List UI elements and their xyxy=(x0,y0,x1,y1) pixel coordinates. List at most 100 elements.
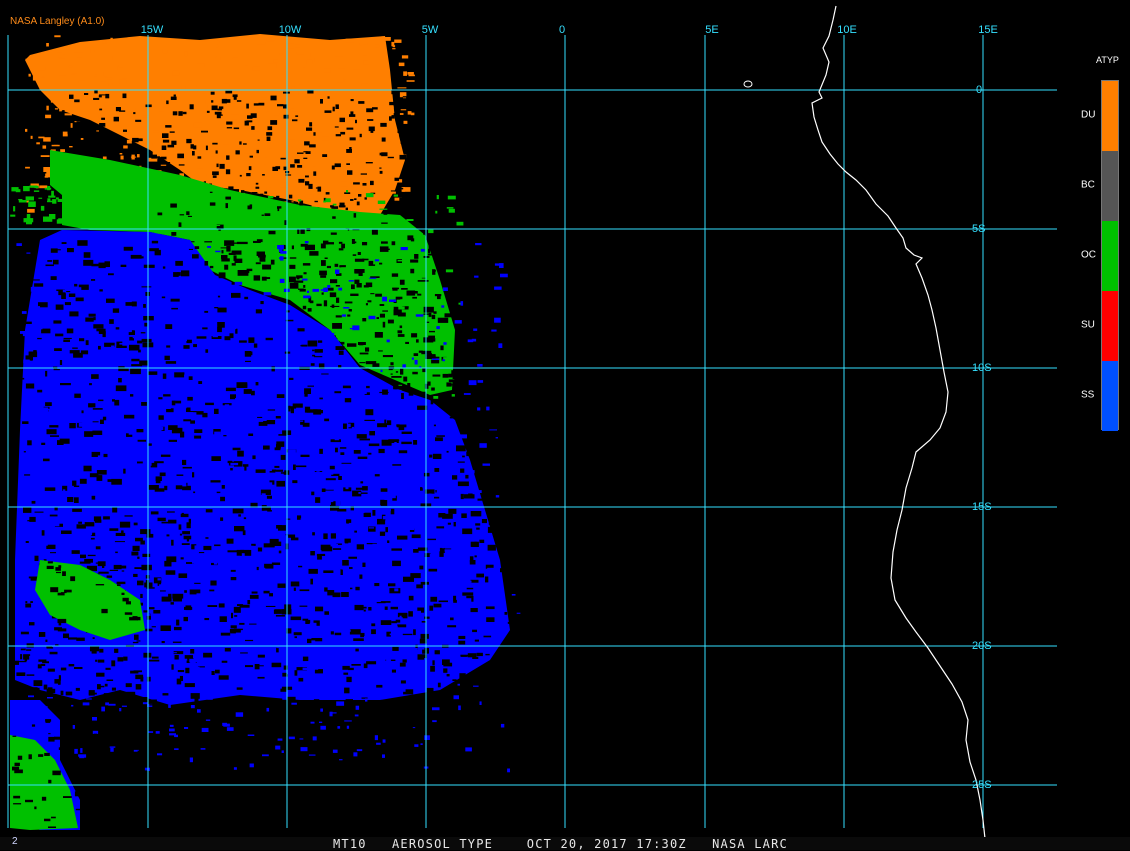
dust-speckle xyxy=(156,72,163,74)
clear-gap xyxy=(389,101,396,106)
clear-gap xyxy=(158,397,163,400)
clear-gap xyxy=(309,251,319,256)
clear-gap xyxy=(406,146,410,150)
clear-gap xyxy=(442,513,453,519)
sea-salt-speckle xyxy=(407,527,415,530)
clear-gap xyxy=(87,135,91,139)
sea-salt-speckle xyxy=(320,457,324,461)
clear-gap xyxy=(323,533,328,540)
sea-salt-speckle xyxy=(441,305,445,308)
clear-gap xyxy=(407,235,414,241)
clear-gap xyxy=(324,489,334,491)
clear-gap xyxy=(341,243,345,249)
clear-gap xyxy=(99,289,103,292)
dust-speckle xyxy=(362,55,367,61)
sea-salt-speckle xyxy=(51,521,60,527)
clear-gap xyxy=(452,475,458,480)
clear-gap xyxy=(412,702,420,708)
clear-gap xyxy=(505,483,509,490)
clear-gap xyxy=(188,518,191,524)
clear-gap xyxy=(188,376,193,380)
clear-gap xyxy=(356,434,367,439)
sea-salt-speckle xyxy=(194,545,201,550)
clear-gap xyxy=(316,553,326,556)
sea-salt-speckle xyxy=(500,723,505,728)
organic-carbon-speckle xyxy=(332,203,337,206)
clear-gap xyxy=(319,270,327,276)
dust-speckle xyxy=(291,91,299,96)
clear-gap xyxy=(360,173,367,175)
dust-speckle xyxy=(322,205,328,207)
sea-salt-speckle xyxy=(367,597,374,603)
clear-gap xyxy=(487,692,490,694)
sea-salt-speckle xyxy=(88,536,95,538)
sea-salt-speckle xyxy=(189,757,193,763)
clear-gap xyxy=(465,412,471,419)
clear-gap xyxy=(367,119,374,121)
sea-salt-speckle xyxy=(318,631,321,636)
dust-speckle xyxy=(357,152,366,155)
clear-gap xyxy=(295,115,299,117)
organic-carbon-speckle xyxy=(40,205,45,211)
clear-gap xyxy=(211,100,214,103)
clear-gap xyxy=(374,583,380,587)
clear-gap xyxy=(140,777,148,780)
clear-gap xyxy=(365,361,377,365)
clear-gap xyxy=(175,400,182,404)
clear-gap xyxy=(151,154,157,159)
clear-gap xyxy=(416,157,422,159)
clear-gap xyxy=(57,618,67,624)
clear-gap xyxy=(298,565,303,568)
dust-speckle xyxy=(252,131,260,136)
clear-gap xyxy=(331,731,338,738)
clear-gap xyxy=(476,573,484,578)
clear-gap xyxy=(437,682,441,688)
clear-gap xyxy=(311,491,315,496)
dust-speckle xyxy=(356,96,365,100)
lat-label-0: 0 xyxy=(976,84,983,96)
sea-salt-speckle xyxy=(190,705,195,709)
clear-gap xyxy=(339,266,342,268)
legend-swatch-du xyxy=(1102,81,1118,151)
clear-gap xyxy=(185,667,190,674)
clear-gap xyxy=(431,387,435,391)
clear-gap xyxy=(109,737,119,741)
clear-gap xyxy=(432,660,435,666)
clear-gap xyxy=(423,472,430,477)
sea-salt-speckle xyxy=(126,586,130,591)
clear-gap xyxy=(432,453,442,459)
clear-gap xyxy=(420,581,429,585)
clear-gap xyxy=(168,519,177,524)
dust-speckle xyxy=(274,112,280,116)
clear-gap xyxy=(382,321,386,328)
clear-gap xyxy=(448,379,460,382)
clear-gap xyxy=(360,481,364,484)
clear-gap xyxy=(99,828,108,833)
clear-gap xyxy=(157,212,163,216)
sea-salt-speckle xyxy=(293,503,299,505)
clear-gap xyxy=(399,662,406,667)
dust-speckle xyxy=(386,106,394,109)
lat-label-5s: 5S xyxy=(972,223,986,235)
clear-gap xyxy=(275,166,281,170)
clear-gap xyxy=(42,661,49,664)
sea-salt-speckle xyxy=(389,299,397,302)
clear-gap xyxy=(321,292,324,295)
clear-gap xyxy=(137,556,140,559)
clear-gap xyxy=(89,383,92,386)
clear-gap xyxy=(265,337,273,341)
organic-carbon-speckle xyxy=(292,222,297,227)
clear-gap xyxy=(266,136,271,141)
clear-gap xyxy=(137,439,147,442)
sea-salt-speckle xyxy=(296,441,300,444)
sea-salt-speckle xyxy=(205,369,213,372)
clear-gap xyxy=(114,792,123,797)
clear-gap xyxy=(142,553,151,557)
clear-gap xyxy=(93,748,100,750)
clear-gap xyxy=(509,372,513,374)
clear-gap xyxy=(93,324,104,329)
clear-gap xyxy=(377,423,387,428)
sea-salt-speckle xyxy=(306,290,310,293)
dust-speckle xyxy=(280,144,285,148)
sea-salt-speckle xyxy=(319,680,327,684)
